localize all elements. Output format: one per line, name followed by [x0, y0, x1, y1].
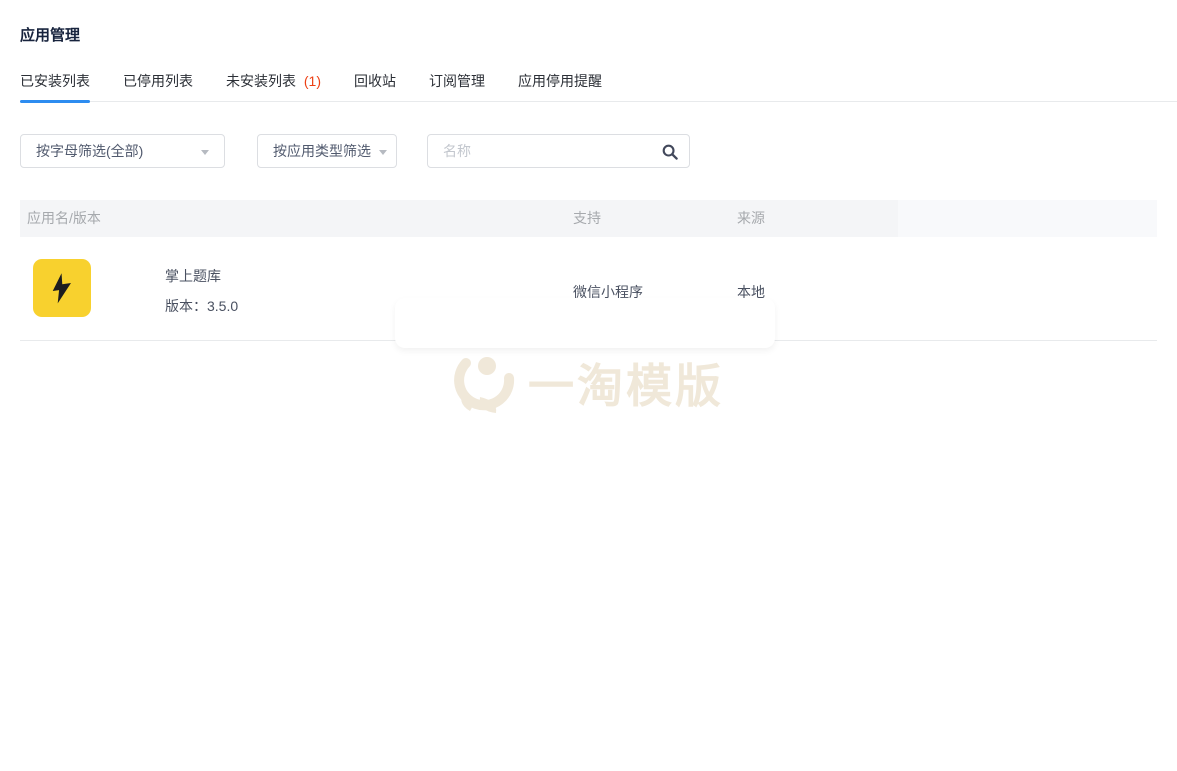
- magnifier-icon[interactable]: [662, 144, 678, 160]
- column-header-source: 来源: [737, 200, 765, 237]
- tab-label: 订阅管理: [429, 73, 485, 89]
- column-header-app-name-version: 应用名/版本: [27, 200, 101, 237]
- watermark: 一淘模版: [452, 350, 724, 416]
- tab-bar: 已安装列表 已停用列表 未安装列表 (1) 回收站 订阅管理 应用停用提醒: [20, 62, 1177, 102]
- app-name: 掌上题库: [165, 266, 221, 286]
- tab-recycle-bin[interactable]: 回收站: [354, 62, 396, 101]
- caret-down-icon: [379, 150, 387, 155]
- tab-label: 已安装列表: [20, 73, 90, 89]
- letter-filter-dropdown[interactable]: 按字母筛选(全部): [20, 134, 225, 168]
- caret-down-icon: [201, 150, 209, 155]
- page-title: 应用管理: [20, 24, 80, 45]
- tab-app-disable-reminder[interactable]: 应用停用提醒: [518, 62, 602, 101]
- person-leaf-logo-icon: [452, 351, 516, 415]
- tab-disabled-list[interactable]: 已停用列表: [123, 62, 193, 101]
- tab-installed-list[interactable]: 已安装列表: [20, 62, 90, 101]
- app-management-page: 应用管理 已安装列表 已停用列表 未安装列表 (1) 回收站 订阅管理 应用停用…: [0, 0, 1177, 771]
- app-type-filter-dropdown[interactable]: 按应用类型筛选: [257, 134, 397, 168]
- app-type-filter-value: 按应用类型筛选: [273, 143, 371, 159]
- name-search-box: [427, 134, 690, 168]
- column-header-support: 支持: [573, 200, 601, 237]
- uninstalled-count-badge: (1): [304, 73, 321, 89]
- tab-label: 应用停用提醒: [518, 73, 602, 89]
- popover-card-edge: [395, 298, 775, 348]
- letter-filter-value: 按字母筛选(全部): [36, 143, 143, 159]
- lightning-bolt-icon: [44, 270, 80, 306]
- tab-uninstalled-list[interactable]: 未安装列表 (1): [226, 62, 321, 101]
- active-tab-indicator: [20, 100, 90, 103]
- app-version: 版本：3.5.0: [165, 296, 238, 316]
- tab-label: 已停用列表: [123, 73, 193, 89]
- app-icon: [33, 259, 91, 317]
- tab-label: 回收站: [354, 73, 396, 89]
- name-search-input[interactable]: [428, 135, 658, 167]
- tab-subscription-management[interactable]: 订阅管理: [429, 62, 485, 101]
- table-header-light-section: [898, 200, 1157, 237]
- watermark-text: 一淘模版: [528, 350, 724, 416]
- filter-toolbar: 按字母筛选(全部) 按应用类型筛选: [0, 134, 1177, 168]
- tab-label: 未安装列表: [226, 73, 296, 89]
- table-header: 应用名/版本 支持 来源: [20, 200, 1157, 237]
